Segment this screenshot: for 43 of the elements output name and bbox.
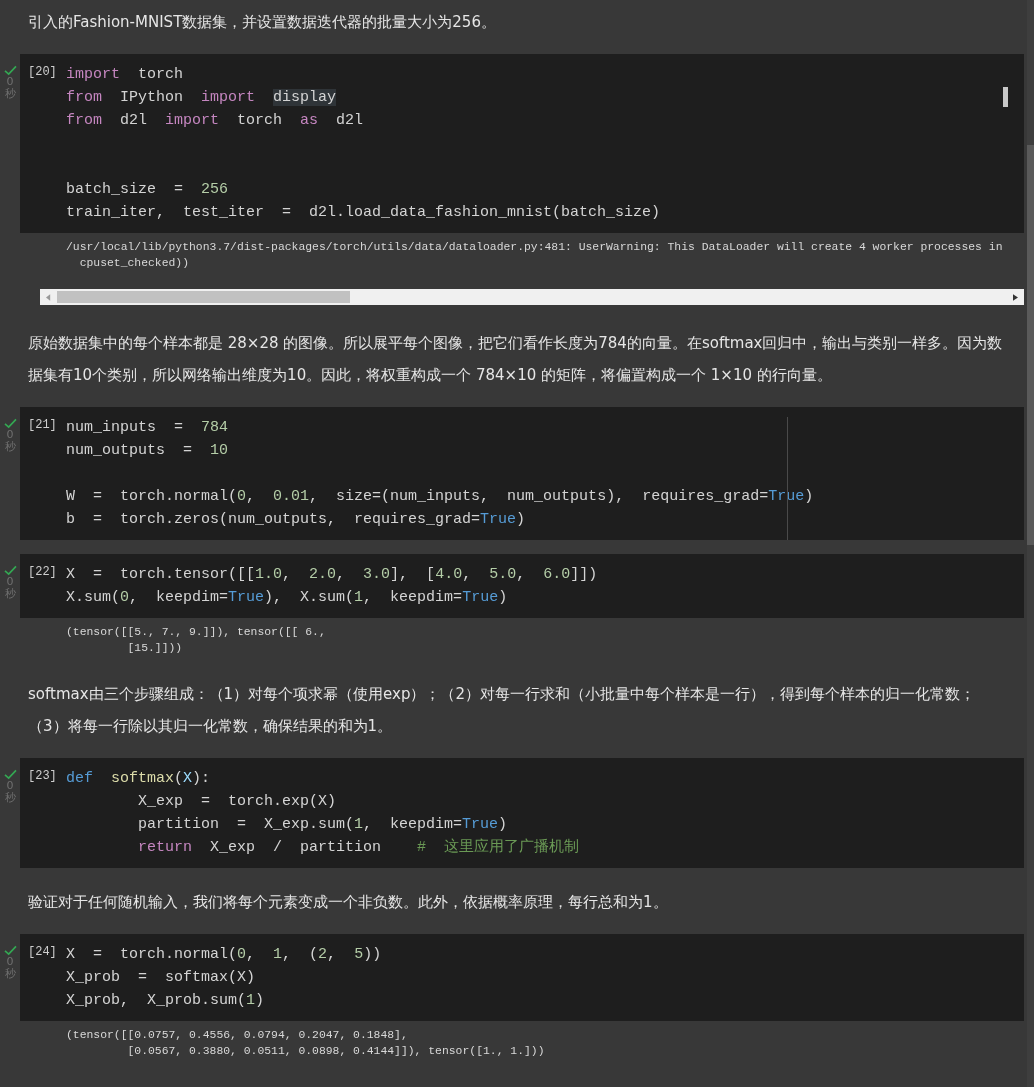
- execution-count: [22]: [27, 564, 58, 581]
- markdown-text: softmax由三个步骤组成：（1）对每个项求幂（使用exp）；（2）对每一行求和（小批量中每个样本是一行），得到每个样本的归一化常数；（3）将每一行除以其归一化常数，确保结果的和为1。: [28, 684, 977, 737]
- code-line: from d2l import torch as d2l: [66, 111, 365, 131]
- code-line: b = torch.zeros(num_outputs, requires_grad=True): [66, 510, 527, 530]
- output-line: (tensor([[0.0757, 0.4556, 0.0794, 0.2047, 0.1848],: [66, 1028, 409, 1043]
- code-line: batch_size = 256: [66, 180, 230, 200]
- scroll-left-icon[interactable]: [46, 293, 51, 301]
- scroll-thumb[interactable]: [1003, 87, 1008, 107]
- code-line: X_prob, X_prob.sum(1): [66, 991, 266, 1011]
- code-editor[interactable]: [23] def softmax(X): X_exp = torch.exp(X) partition = X_exp.sum(1, keepdim=True) return X_exp / partition # 这里应用了广播机制: [20, 758, 1024, 868]
- output-line: (tensor([[5., 7., 9.]]), tensor([[ 6.,: [66, 625, 327, 640]
- execution-count: [20]: [27, 64, 58, 81]
- code-line: W = torch.normal(0, 0.01, size=(num_inputs, num_outputs), requires_grad=True): [66, 487, 814, 507]
- output-line: /usr/local/lib/python3.7/dist-packages/torch/utils/data/dataloader.py:481: UserWarning: This DataLoader will create 4 worker processes in: [66, 240, 1004, 255]
- code-line: def softmax(X):: [66, 769, 212, 789]
- scroll-right-icon[interactable]: [1013, 293, 1018, 301]
- output-line: cpuset_checked)): [78, 256, 191, 271]
- markdown-text: 原始数据集中的每个样本都是 28×28 的图像。所以展平每个图像，把它们看作长度为784的向量。在softmax回归中，输出与类别一样多。因为数据集有10个类别，所以网络输出维度为10。因此，将权重构成一个 784×10 的矩阵，将偏置构成一个 1×10 的行向量。: [28, 333, 1004, 386]
- code-line: X_prob = softmax(X): [66, 968, 257, 988]
- code-editor[interactable]: [24] X = torch.normal(0, 1, (2, 5)) X_prob = softmax(X) X_prob, X_prob.sum(1): [20, 934, 1024, 1021]
- execution-count: [24]: [27, 944, 58, 961]
- markdown-text: 引入的Fashion-MNIST数据集，并设置数据迭代器的批量大小为256。: [28, 12, 497, 33]
- execution-count: [21]: [27, 417, 58, 434]
- vertical-scrollbar[interactable]: [1027, 0, 1034, 1087]
- code-editor[interactable]: [22] X = torch.tensor([[1.0, 2.0, 3.0], [4.0, 5.0, 6.0]]) X.sum(0, keepdim=True), X.sum(1, keepdim=True): [20, 554, 1024, 618]
- code-line: X = torch.normal(0, 1, (2, 5)): [66, 945, 382, 965]
- code-line: import torch: [66, 65, 185, 85]
- markdown-text: 验证对于任何随机输入，我们将每个元素变成一个非负数。此外，依据概率原理，每行总和为1。: [28, 892, 669, 913]
- code-line: from IPython import display: [66, 88, 338, 108]
- code-line: X = torch.tensor([[1.0, 2.0, 3.0], [4.0, 5.0, 6.0]]): [66, 565, 598, 585]
- code-line: train_iter, test_iter = d2l.load_data_fashion_mnist(batch_size): [66, 203, 661, 223]
- code-line: num_outputs = 10: [66, 441, 230, 461]
- code-line: X.sum(0, keepdim=True), X.sum(1, keepdim=True): [66, 588, 509, 608]
- code-line: X_exp = torch.exp(X): [137, 792, 338, 812]
- output-line: [15.]])): [126, 641, 184, 656]
- output-line: [0.0567, 0.3880, 0.0511, 0.0898, 0.4144]]), tensor([1., 1.])): [126, 1044, 546, 1059]
- execution-count: [23]: [27, 768, 58, 785]
- code-line: partition = X_exp.sum(1, keepdim=True): [137, 815, 509, 835]
- code-line: num_inputs = 784: [66, 418, 230, 438]
- horizontal-scrollbar[interactable]: [40, 289, 1024, 305]
- code-editor[interactable]: [21] num_inputs = 784 num_outputs = 10 W = torch.normal(0, 0.01, size=(num_inputs, num_outputs), requires_grad=True) b = torch.zeros(num_outputs, requires_grad=True): [20, 407, 1024, 540]
- code-line: return X_exp / partition # 这里应用了广播机制: [137, 837, 580, 858]
- code-editor[interactable]: [20] import torch from IPython import display from d2l import torch as d2l batch_size = 256 train_iter, test_iter = d2l.load_data_fashion_mnist(batch_size): [20, 54, 1024, 233]
